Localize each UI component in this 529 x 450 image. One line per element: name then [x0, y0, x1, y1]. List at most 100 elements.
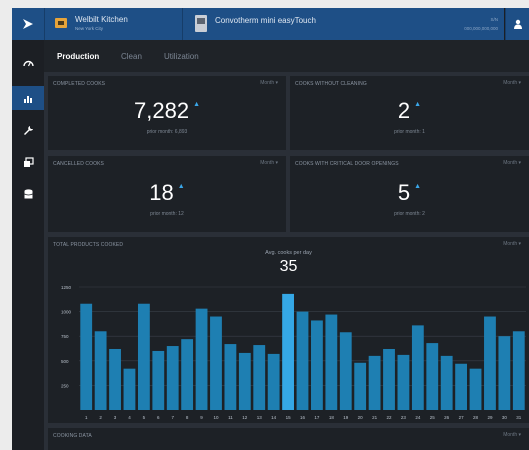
x-tick-label: 19 — [343, 415, 349, 420]
period-dropdown[interactable]: Month ▾ — [260, 80, 278, 86]
sidebar-item-devices[interactable] — [12, 150, 44, 174]
x-tick-label: 3 — [114, 415, 117, 420]
x-tick-label: 23 — [401, 415, 407, 420]
play-logo-icon — [23, 19, 33, 29]
kpi-number: 7,282 — [134, 98, 190, 123]
x-tick-label: 1 — [85, 415, 88, 420]
card-title: Cancelled Cooks — [53, 161, 104, 167]
x-tick-label: 25 — [430, 415, 436, 420]
bar-day-22[interactable] — [383, 348, 395, 410]
trend-up-icon: ▲ — [193, 101, 200, 108]
bar-day-21[interactable] — [368, 355, 381, 410]
x-tick-label: 29 — [487, 415, 493, 420]
period-dropdown[interactable]: Month ▾ — [260, 160, 278, 166]
tab-production[interactable]: Production — [57, 52, 99, 61]
serial-label: S/N — [490, 17, 498, 22]
y-tick-label: 250 — [61, 383, 69, 388]
x-tick-label: 16 — [300, 415, 306, 420]
x-tick-label: 14 — [271, 415, 277, 420]
bar-day-29[interactable] — [484, 316, 496, 410]
bar-day-3[interactable] — [109, 348, 121, 410]
card-title: Cooks without cleaning — [295, 81, 367, 87]
bar-day-20[interactable] — [354, 362, 367, 410]
bar-day-13[interactable] — [253, 345, 266, 410]
x-tick-label: 2 — [99, 415, 102, 420]
period-dropdown[interactable]: Month ▾ — [503, 160, 521, 166]
site-name: Welbilt Kitchen — [75, 15, 128, 24]
trend-up-icon: ▲ — [414, 101, 422, 108]
bar-day-28[interactable] — [469, 368, 482, 410]
total-products-panel: Total Products Cooked Month ▾ Avg. cooks… — [48, 237, 529, 423]
bar-day-23[interactable] — [397, 354, 410, 410]
x-tick-label: 6 — [157, 415, 160, 420]
bar-day-8[interactable] — [181, 339, 194, 410]
bar-day-9[interactable] — [195, 308, 208, 410]
bar-day-4[interactable] — [123, 368, 136, 410]
x-tick-label: 27 — [459, 415, 465, 420]
y-tick-label: 1000 — [61, 310, 72, 315]
bar-day-30[interactable] — [498, 336, 511, 410]
bar-day-16[interactable] — [296, 311, 309, 410]
bar-day-17[interactable] — [311, 320, 323, 410]
x-tick-label: 30 — [502, 415, 508, 420]
card-title: Cooking Data — [53, 433, 92, 439]
logo-button[interactable] — [12, 8, 44, 40]
tab-clean[interactable]: Clean — [121, 52, 142, 61]
sidebar-item-dashboard[interactable] — [12, 50, 44, 74]
bar-day-10[interactable] — [210, 316, 222, 410]
bar-day-24[interactable] — [411, 325, 424, 410]
x-tick-label: 28 — [473, 415, 479, 420]
prior-month: prior month: 1 — [394, 129, 425, 135]
sidebar-item-reports[interactable] — [12, 86, 44, 110]
bar-day-19[interactable] — [339, 332, 352, 410]
sidebar-item-data[interactable] — [12, 182, 44, 206]
completed-cooks-card: Completed Cooks Month ▾ 7,282 ▲ prior mon… — [48, 76, 286, 150]
bar-day-7[interactable] — [166, 346, 179, 410]
x-tick-label: 22 — [387, 415, 393, 420]
prior-month: prior month: 12 — [150, 211, 184, 217]
bar-chart-icon — [24, 95, 32, 103]
cancelled-cooks-card: Cancelled Cooks Month ▾ 18 ▲ prior month:… — [48, 156, 286, 232]
x-tick-label: 18 — [329, 415, 335, 420]
kpi-value: 7,282 ▲ — [48, 98, 286, 124]
bar-day-1[interactable] — [80, 303, 93, 410]
user-icon — [513, 19, 522, 29]
x-tick-label: 5 — [143, 415, 146, 420]
site-selector[interactable]: Welbilt Kitchen New York City — [44, 8, 182, 40]
top-bar: Welbilt Kitchen New York City Convotherm… — [12, 8, 529, 40]
x-tick-label: 26 — [444, 415, 450, 420]
bar-day-14[interactable] — [267, 353, 280, 410]
period-dropdown[interactable]: Month ▾ — [503, 432, 521, 438]
bar-day-25[interactable] — [426, 343, 439, 410]
bar-day-31[interactable] — [512, 331, 525, 410]
database-icon — [23, 188, 33, 198]
x-tick-label: 13 — [257, 415, 263, 420]
trend-up-icon: ▲ — [177, 183, 185, 190]
device-selector[interactable]: Convotherm mini easyTouch S/N 000,000,00… — [182, 8, 504, 40]
bar-day-18[interactable] — [325, 314, 338, 410]
serial-number: 000,000,000,000 — [464, 26, 498, 31]
tab-utilization[interactable]: Utilization — [164, 52, 199, 61]
user-menu-button[interactable] — [505, 8, 529, 40]
wrench-icon — [24, 126, 33, 135]
bar-day-12[interactable] — [238, 352, 251, 410]
bar-day-5[interactable] — [137, 303, 150, 410]
bar-day-15[interactable] — [282, 293, 294, 410]
site-city: New York City — [75, 26, 104, 31]
x-tick-label: 8 — [186, 415, 189, 420]
x-tick-label: 15 — [286, 415, 292, 420]
x-tick-label: 31 — [516, 415, 522, 420]
bar-day-26[interactable] — [440, 355, 453, 410]
y-tick-label: 1250 — [61, 285, 72, 290]
bar-day-11[interactable] — [224, 344, 237, 410]
bar-day-2[interactable] — [94, 331, 107, 410]
bar-day-6[interactable] — [152, 350, 165, 410]
kitchen-icon — [55, 18, 67, 28]
kpi-value: 2 ▲ — [290, 98, 529, 124]
sidebar-item-service[interactable] — [12, 118, 44, 142]
device-name: Convotherm mini easyTouch — [215, 16, 316, 25]
period-dropdown[interactable]: Month ▾ — [503, 80, 521, 86]
cooks-without-cleaning-card: Cooks without cleaning Month ▾ 2 ▲ prior … — [290, 76, 529, 150]
dashboard-gauge-icon — [22, 60, 34, 66]
bar-day-27[interactable] — [455, 363, 468, 410]
